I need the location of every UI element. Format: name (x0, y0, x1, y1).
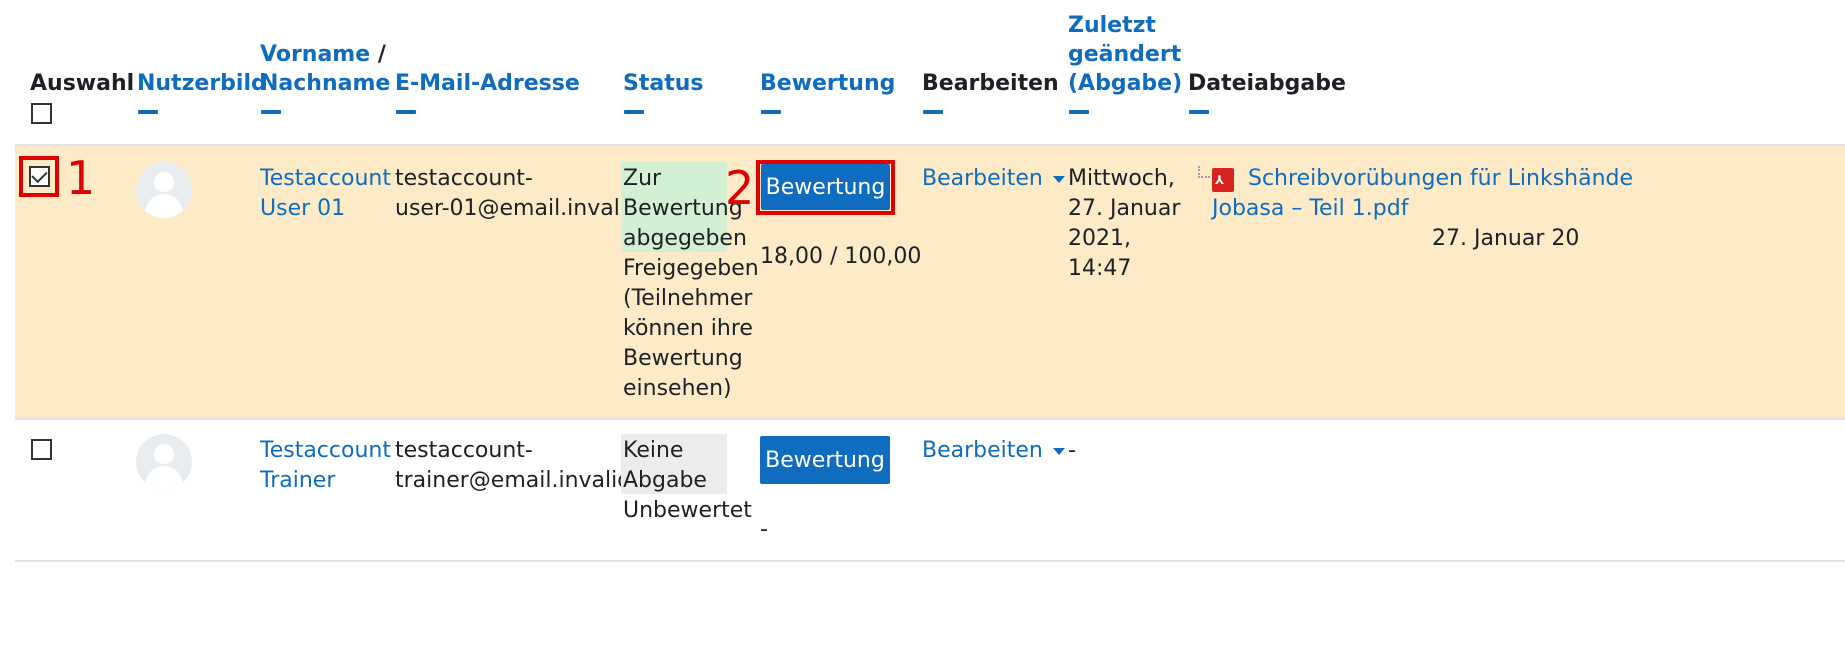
sort-toggle-name[interactable] (261, 110, 281, 114)
avatar[interactable] (136, 434, 192, 490)
edit-menu-label: Bearbeiten (922, 166, 1043, 191)
header-separator: / (377, 42, 386, 67)
row-divider (15, 560, 1845, 562)
grading-status-line5: einsehen) (623, 376, 732, 401)
file-date: 27. Januar 20 (1432, 226, 1580, 251)
select-all-checkbox[interactable] (31, 103, 52, 124)
pdf-icon: ⅄ (1212, 168, 1234, 192)
sort-link-lastname[interactable]: Nachname (260, 66, 390, 101)
avatar[interactable] (136, 162, 192, 218)
column-header-status[interactable]: Status (623, 66, 703, 101)
chevron-down-icon (1052, 447, 1065, 455)
edit-menu[interactable]: Bearbeiten (922, 161, 1065, 196)
edit-menu-label: Bearbeiten (922, 438, 1043, 463)
sort-toggle-grade[interactable] (761, 110, 781, 114)
grade-button[interactable]: Bewertung (761, 164, 890, 210)
file-link-line2[interactable]: Jobasa – Teil 1.pdf (1212, 191, 1408, 226)
edit-menu[interactable]: Bearbeiten (922, 433, 1065, 468)
annotation-number-1: 1 (66, 151, 96, 205)
annotation-number-2: 2 (725, 161, 755, 215)
grade-value: 18,00 / 100,00 (760, 244, 922, 269)
grade-button[interactable]: Bewertung (760, 436, 890, 484)
sort-toggle-picture[interactable] (138, 110, 158, 114)
modified-value: - (1068, 438, 1076, 463)
sort-toggle-edit[interactable] (923, 110, 943, 114)
column-header-picture[interactable]: Nutzerbild (137, 66, 267, 101)
column-header-file: Dateiabgabe (1188, 71, 1346, 96)
sort-toggle-email[interactable] (396, 110, 416, 114)
email-line2: user-01@email.invalid (395, 196, 640, 221)
chevron-down-icon (1052, 175, 1065, 183)
column-header-edit: Bearbeiten (922, 71, 1059, 96)
column-header-email[interactable]: E-Mail-Adresse (395, 66, 580, 101)
sort-toggle-status[interactable] (624, 110, 644, 114)
grade-value: - (760, 517, 768, 542)
sort-toggle-file[interactable] (1189, 110, 1209, 114)
column-header-grade[interactable]: Bewertung (760, 66, 895, 101)
column-header-modified-line3[interactable]: (Abgabe) (1068, 66, 1182, 101)
grading-status-line1: Unbewertet (623, 498, 752, 523)
column-header-select: Auswahl (30, 71, 135, 96)
row-select-checkbox[interactable] (31, 439, 52, 460)
sort-toggle-modified[interactable] (1069, 110, 1089, 114)
sort-link-firstname[interactable]: Vorname (260, 42, 370, 67)
row-divider (15, 418, 1845, 420)
user-name-link-line2[interactable]: Trainer (260, 463, 335, 498)
annotation-box-1 (19, 156, 59, 197)
grading-table: Auswahl Nutzerbild Vorname / Nachname E-… (0, 0, 1845, 664)
file-tree-line (1198, 166, 1210, 178)
user-name-link-line2[interactable]: User 01 (260, 191, 345, 226)
modified-line4: 14:47 (1068, 256, 1132, 281)
email-line2: trainer@email.invalid (395, 468, 632, 493)
